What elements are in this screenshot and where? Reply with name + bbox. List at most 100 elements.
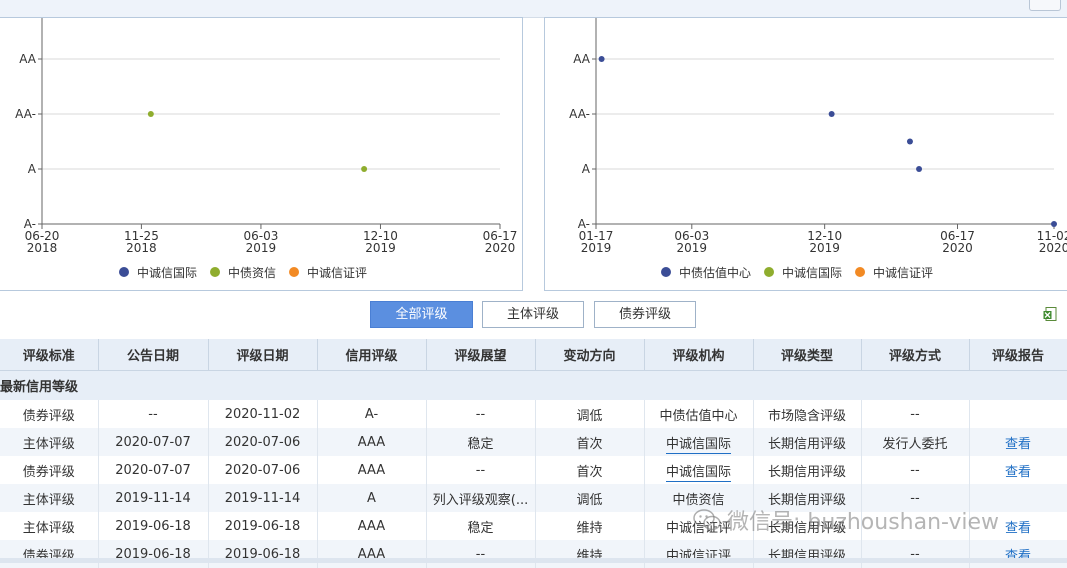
cell-rating-date-text: 2020-07-06	[224, 434, 301, 450]
cell-credit-rating-text: AAA	[357, 434, 386, 450]
x-tick-label: 2018	[27, 241, 58, 255]
col-agency[interactable]: 评级机构	[644, 339, 754, 371]
y-tick-label: A	[28, 162, 37, 176]
cell-change-direction: 维持	[535, 512, 645, 540]
cell-rating-report[interactable]: 查看	[969, 540, 1067, 568]
table-row[interactable]: 债券评级 -- 2020-11-02 A- -- 调低 中债估值中心 市场隐含评级 --	[0, 400, 1067, 428]
x-tick-label: 2019	[581, 241, 612, 255]
cell-change-direction-text: 首次	[576, 464, 603, 480]
col-rating-standard[interactable]: 评级标准	[0, 339, 99, 371]
tab-issuer-rating[interactable]: 主体评级	[482, 301, 584, 328]
table-row[interactable]: 主体评级 2020-07-07 2020-07-06 AAA 稳定 首次 中诚信国际 长期信用…	[0, 428, 1067, 456]
table-header-row: 评级标准 公告日期 评级日期 信用评级 评级展望 变动方向 评级机构 评级类型 …	[0, 339, 1067, 371]
cell-rating-standard-text: 债券评级	[22, 464, 75, 480]
cell-rating-method: --	[861, 484, 970, 512]
legend-label[interactable]: 中诚信证评	[873, 265, 933, 280]
cell-announce-date-text: 2020-07-07	[115, 462, 191, 478]
legend-label[interactable]: 中诚信证评	[307, 265, 367, 280]
legend-label[interactable]: 中诚信国际	[137, 265, 197, 280]
cell-rating-report	[969, 484, 1067, 512]
cell-rating-type-text: 长期信用评级	[767, 436, 846, 452]
table-row[interactable]: 债券评级 2019-06-18 2019-06-18 AAA -- 维持 中诚信证评 长期信用…	[0, 540, 1067, 568]
cell-rating-standard: 主体评级	[0, 428, 99, 456]
cell-rating-method-text: --	[910, 406, 920, 422]
cell-rating-report[interactable]: 查看	[969, 456, 1067, 484]
cell-rating-standard: 债券评级	[0, 456, 99, 484]
cell-rating-report[interactable]: 查看	[969, 428, 1067, 456]
rating-table: 评级标准 公告日期 评级日期 信用评级 评级展望 变动方向 评级机构 评级类型 …	[0, 339, 1067, 568]
legend-marker[interactable]	[210, 267, 221, 277]
cell-rating-type-text: 市场隐含评级	[767, 408, 846, 424]
cell-agency: 中诚信国际	[644, 456, 754, 484]
excel-export-icon[interactable]	[1043, 307, 1057, 323]
cell-credit-rating: A	[317, 484, 427, 512]
legend-label[interactable]: 中诚信国际	[782, 265, 842, 280]
cell-rating-report[interactable]: 查看	[969, 512, 1067, 540]
data-point[interactable]	[828, 111, 835, 117]
cell-credit-rating-text: AAA	[357, 518, 386, 534]
cell-outlook: --	[426, 540, 536, 568]
cell-change-direction: 调低	[535, 484, 645, 512]
tab-all-ratings[interactable]: 全部评级	[370, 301, 473, 328]
data-point[interactable]	[916, 166, 923, 172]
cell-rating-report-text[interactable]: 查看	[1005, 465, 1031, 480]
col-change-direction[interactable]: 变动方向	[535, 339, 645, 371]
cell-credit-rating: AAA	[317, 512, 427, 540]
table-row[interactable]: 主体评级 2019-11-14 2019-11-14 A 列入评级观察(... 调低 中债资…	[0, 484, 1067, 512]
tab-bond-rating[interactable]: 债券评级	[594, 301, 696, 328]
data-point[interactable]	[1051, 221, 1057, 227]
legend-label[interactable]: 中债估值中心	[679, 265, 751, 280]
data-point[interactable]	[147, 111, 154, 117]
data-point[interactable]	[906, 138, 913, 145]
x-tick-label: 2020	[942, 241, 973, 255]
legend-marker[interactable]	[289, 267, 300, 277]
legend-marker[interactable]	[764, 267, 775, 277]
legend-label[interactable]: 中债资信	[228, 265, 276, 280]
cell-agency-text: 中债资信	[672, 492, 725, 508]
col-rating-report[interactable]: 评级报告	[969, 339, 1067, 371]
x-tick-label: 2019	[677, 241, 708, 255]
legend-marker[interactable]	[119, 267, 129, 277]
cell-rating-date: 2020-07-06	[208, 456, 318, 484]
table-row[interactable]: 债券评级 2020-07-07 2020-07-06 AAA -- 首次 中诚信国际 长期信用…	[0, 456, 1067, 484]
cell-outlook-text: 稳定	[467, 520, 494, 536]
data-point[interactable]	[598, 56, 605, 62]
table-group-row: 最新信用等级	[0, 370, 1067, 400]
table-row[interactable]: 主体评级 2019-06-18 2019-06-18 AAA 稳定 维持 中诚信证评 长期信用…	[0, 512, 1067, 540]
cell-rating-report	[969, 400, 1067, 428]
cell-outlook: 稳定	[426, 512, 536, 540]
legend-marker[interactable]	[661, 267, 671, 277]
cell-rating-report-text[interactable]: 查看	[1005, 521, 1031, 536]
cell-credit-rating-text: A	[367, 490, 376, 506]
cell-rating-type: 长期信用评级	[753, 484, 862, 512]
notification-button[interactable]	[1029, 0, 1061, 11]
cell-rating-date-text: 2020-07-06	[224, 462, 301, 478]
cell-rating-date: 2019-06-18	[208, 540, 318, 568]
col-rating-type[interactable]: 评级类型	[753, 339, 862, 371]
col-credit-rating[interactable]: 信用评级	[317, 339, 427, 371]
col-rating-method[interactable]: 评级方式	[861, 339, 970, 371]
col-outlook[interactable]: 评级展望	[426, 339, 536, 371]
cell-agency: 中诚信国际	[644, 428, 754, 456]
x-tick-label: 2020	[485, 241, 516, 255]
y-tick-label: A	[582, 162, 591, 176]
legend-marker[interactable]	[855, 267, 866, 277]
col-rating-date[interactable]: 评级日期	[208, 339, 318, 371]
cell-credit-rating-text: AAA	[357, 462, 386, 478]
cell-agency-text: 中诚信国际	[665, 436, 731, 454]
x-tick-label: 2018	[126, 241, 157, 255]
cell-announce-date-text: 2020-07-07	[115, 434, 191, 450]
cell-rating-report-text[interactable]: 查看	[1005, 437, 1031, 452]
cell-change-direction-text: 首次	[576, 436, 603, 452]
bottom-scrollbar[interactable]	[0, 558, 1067, 563]
cell-agency-text: 中诚信证评	[665, 520, 731, 536]
cell-credit-rating: AAA	[317, 428, 427, 456]
data-point[interactable]	[361, 166, 368, 172]
rating-chart-left-svg: A-AAA-AAAAA-06-20201811-25201806-0320191…	[15, 18, 517, 280]
cell-change-direction: 首次	[535, 428, 645, 456]
col-announce-date[interactable]: 公告日期	[98, 339, 209, 371]
cell-rating-date: 2019-06-18	[208, 512, 318, 540]
cell-announce-date: 2019-06-18	[98, 512, 209, 540]
cell-change-direction-text: 调低	[576, 408, 603, 424]
cell-credit-rating: AAA	[317, 540, 427, 568]
